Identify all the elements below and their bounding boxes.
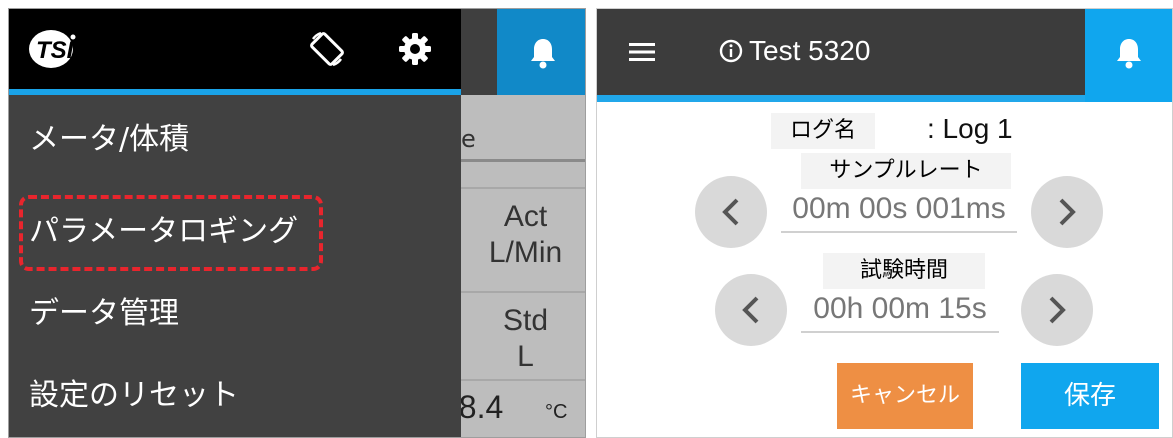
test-time-label: 試験時間 <box>823 253 985 289</box>
left-screenshot: e Act L/Min Std L 28.4 °C TSI メータ/体積 パラメ… <box>8 8 586 438</box>
chevron-left-icon <box>742 296 759 324</box>
menu-item-meter-volume[interactable]: メータ/体積 <box>29 115 189 165</box>
background-column-std: Std L <box>502 304 549 373</box>
gear-icon[interactable] <box>397 31 433 67</box>
sample-rate-value[interactable]: 00m 00s 001ms <box>781 189 1017 233</box>
highlight-callout-box <box>19 195 323 271</box>
log-name-label: ログ名 <box>771 113 875 149</box>
hamburger-menu-icon[interactable] <box>629 41 655 63</box>
info-icon[interactable] <box>719 39 743 63</box>
background-tab-label: e <box>461 125 476 153</box>
background-reading-unit: °C <box>545 401 568 423</box>
background-column-act: Act L/Min <box>488 200 563 269</box>
drawer-header: TSI <box>9 9 461 89</box>
background-tab-underline <box>449 159 585 162</box>
test-time-increase-button[interactable] <box>1021 274 1093 346</box>
bell-icon <box>1117 39 1141 69</box>
chevron-right-icon <box>1059 198 1076 226</box>
menu-item-data-management[interactable]: データ管理 <box>29 289 179 339</box>
background-divider <box>449 291 585 293</box>
cancel-button[interactable]: キャンセル <box>837 363 973 429</box>
log-name-value: : Log 1 <box>927 113 1013 144</box>
bell-icon <box>531 39 555 69</box>
sample-rate-label: サンプルレート <box>801 153 1011 189</box>
notification-button[interactable] <box>1085 9 1172 102</box>
screen-rotate-icon[interactable] <box>307 29 347 69</box>
chevron-right-icon <box>1049 296 1066 324</box>
background-divider <box>449 187 585 189</box>
drawer-accent-bar <box>9 89 461 95</box>
menu-item-reset-settings[interactable]: 設定のリセット <box>29 371 239 421</box>
tsi-logo-icon: TSI <box>29 30 76 68</box>
right-screenshot: Test 5320 ログ名 : Log 1 サンプルレート 00m 00s 00… <box>596 8 1173 438</box>
background-divider <box>449 379 585 381</box>
save-button[interactable]: 保存 <box>1021 363 1159 429</box>
test-time-decrease-button[interactable] <box>715 274 787 346</box>
background-notification-button[interactable] <box>497 9 585 95</box>
navigation-drawer: TSI メータ/体積 パラメータロギング データ管理 設定のリセット <box>9 9 461 437</box>
sample-rate-increase-button[interactable] <box>1031 176 1103 248</box>
svg-text:TSI: TSI <box>36 37 75 64</box>
sample-rate-decrease-button[interactable] <box>695 176 767 248</box>
page-title: Test 5320 <box>749 35 871 66</box>
test-time-value[interactable]: 00h 00m 15s <box>801 289 999 333</box>
chevron-left-icon <box>722 198 739 226</box>
